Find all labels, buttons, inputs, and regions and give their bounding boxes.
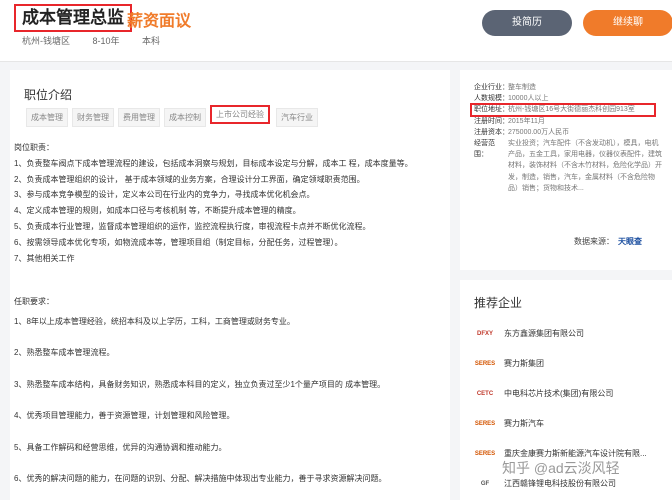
info-row: 注册资本：275000.00万人民币 — [474, 128, 570, 136]
salary: 薪资面议 — [127, 13, 192, 30]
duty-item: 6、按需领导成本优化专项，如物流成本等，管理项目组（制定目标，分配任务，过程管理… — [14, 237, 343, 247]
job-education: 本科 — [142, 36, 161, 46]
zhihu-watermark: 知乎 @ad云淡风轻 — [502, 460, 620, 476]
requirement-item: 1、8年以上成本管理经验，统招本科及以上学历，工科，工商管理或财务专业。 — [14, 317, 295, 326]
info-row-address: 职位地址：杭州-钱塘区16号大街德丽杰科创园913室 — [470, 103, 663, 118]
company-logo: DFXY — [476, 331, 493, 337]
company-name: 江西赣锋锂电科技股份有限公司 — [504, 479, 616, 488]
company-logo: SERES — [474, 451, 496, 457]
submit-resume-button[interactable]: 投简历 — [482, 10, 572, 36]
info-row: 注册时间：2015年11月 — [474, 117, 545, 125]
job-tag: 财务管理 — [72, 108, 114, 127]
requirement-item: 4、优秀项目管理能力，善于资源管理，计划管理和风险管理。 — [14, 411, 235, 421]
job-tag: 成本管理 — [26, 108, 68, 127]
company-info-list: 企业行业：整车制造 人数规模：10000人以上 职位地址：杭州-钱塘区16号大街… — [470, 82, 663, 194]
duty-item: 4、定义成本管理的规则，如成本口径与考核机制 等，不断提升成本管理的精度。 — [14, 206, 301, 216]
job-location: 杭州-钱塘区 — [22, 36, 70, 46]
data-source-label: 数据来源： — [574, 237, 614, 246]
duties-title: 岗位职责： — [14, 143, 54, 152]
company-name: 东方鑫源集团有限公司 — [504, 329, 584, 338]
job-header: 成本管理总监 薪资面议 杭州-钱塘区 8-10年 本科 投简历 继续聊 — [0, 0, 672, 62]
job-title: 成本管理总监 — [14, 4, 132, 32]
job-tag: 费用管理 — [118, 108, 160, 127]
info-row: 企业行业：整车制造 — [474, 84, 536, 91]
section-title: 职位介绍 — [24, 88, 73, 102]
continue-chat-button[interactable]: 继续聊 — [583, 10, 672, 36]
company-item[interactable]: SERES 赛力斯汽车 — [474, 414, 670, 438]
duties-section: 岗位职责： 1、负责整车阀点下成本管理流程的建设，包括成本洞察与规划，目标成本设… — [14, 140, 434, 266]
requirement-item: 3、熟悉整车成本结构，具备财务知识，熟悉成本科目的定义，独立负责过至少1个量产项… — [14, 379, 386, 389]
duty-item: 2、负责成本管理组织的设计， 基于成本领域的业务方案，合理设计分工界面，确定领域… — [14, 174, 365, 184]
company-logo: SERES — [474, 421, 496, 427]
tianyancha-logo[interactable]: 天眼查 — [618, 237, 642, 246]
duty-item: 5、负责成本行业管理，监督成本管理组织的运作，监控流程执行度，审视流程卡点并不断… — [14, 221, 371, 231]
company-name: 中电科芯片技术(集团)有限公司 — [504, 389, 614, 398]
job-experience: 8-10年 — [92, 36, 120, 46]
duty-item: 3、参与成本竞争模型的设计，定义本公司在行业内的竞争力，寻找成本优化机会点。 — [14, 190, 315, 200]
info-row-scope: 经营范围：实业投资；汽车配件（不含发动机），模具，电机产品，五金工具，家用电器，… — [474, 140, 662, 192]
job-tag-highlighted: 上市公司经验 — [210, 105, 270, 124]
company-info-panel: 企业行业：整车制造 人数规模：10000人以上 职位地址：杭州-钱塘区16号大街… — [460, 70, 672, 270]
company-item[interactable]: CETC 中电科芯片技术(集团)有限公司 — [474, 384, 670, 408]
job-tag: 汽车行业 — [276, 108, 318, 127]
duty-item: 7、其他相关工作 — [14, 253, 75, 263]
data-source: 数据来源： 天眼查 — [574, 236, 642, 247]
company-item[interactable]: DFXY 东方鑫源集团有限公司 — [474, 324, 670, 348]
company-logo: CETC — [476, 391, 494, 397]
requirement-item: 2、熟悉整车成本管理流程。 — [14, 348, 115, 358]
job-meta: 杭州-钱塘区 8-10年 本科 — [22, 34, 180, 47]
duty-item: 1、负责整车阀点下成本管理流程的建设，包括成本洞察与规划，目标成本设定与分解，成… — [14, 158, 413, 168]
company-logo: SERES — [474, 361, 496, 367]
requirement-item: 6、优秀的解决问题的能力，在问题的识别、分配、解决措施中体现出专业能力，善于寻求… — [14, 473, 387, 483]
company-item[interactable]: SERES 赛力斯集团 — [474, 354, 670, 378]
job-tag: 成本控制 — [164, 108, 206, 127]
requirements-title: 任职要求： — [14, 297, 54, 306]
requirements-section: 任职要求： 1、8年以上成本管理经验，统招本科及以上学历，工科，工商管理或财务专… — [14, 296, 434, 500]
company-name: 赛力斯集团 — [504, 359, 544, 368]
company-logo: GF — [480, 481, 490, 487]
requirement-item: 5、具备工作解码和经营思维，优异的沟通协调和推动能力。 — [14, 442, 227, 452]
recommend-title: 推荐企业 — [474, 296, 523, 310]
company-name: 赛力斯汽车 — [504, 419, 544, 428]
